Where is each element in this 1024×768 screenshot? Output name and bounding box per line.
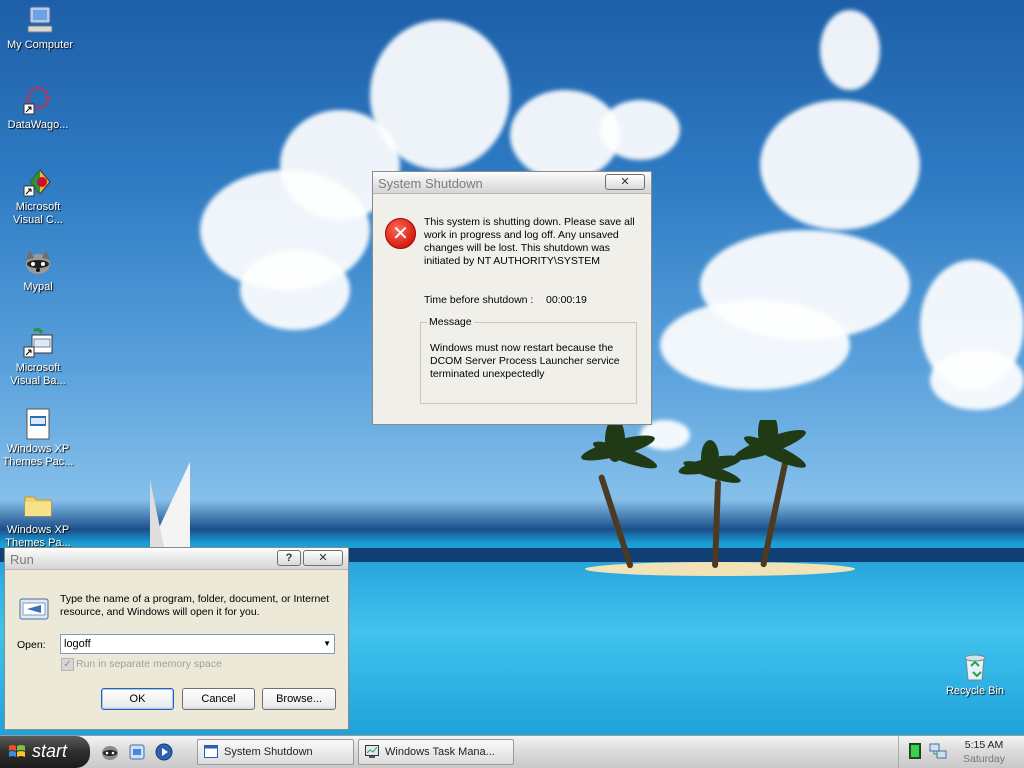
island (585, 562, 855, 576)
shutdown-titlebar[interactable]: System Shutdown ✕ (373, 172, 651, 194)
shutdown-message: This system is shutting down. Please sav… (424, 216, 635, 267)
cloud (240, 250, 350, 330)
run-titlebar[interactable]: Run ? ✕ (5, 548, 348, 570)
ok-button[interactable]: OK (101, 688, 174, 710)
start-button[interactable]: start (0, 736, 90, 768)
close-icon: ✕ (620, 176, 630, 188)
cloud (660, 300, 850, 390)
shutdown-title: System Shutdown (378, 176, 483, 191)
separate-memory-label: Run in separate memory space (76, 658, 222, 670)
taskbar: start System Shutdown Windows Task Mana.… (0, 735, 1024, 768)
media-player-icon[interactable] (154, 742, 174, 762)
raccoon-browser-icon[interactable] (100, 742, 120, 762)
message-group: Message Windows must now restart because… (420, 316, 637, 404)
time-before-shutdown-label: Time before shutdown : (424, 294, 534, 306)
desktop-icon-visual-c[interactable]: Microsoft Visual C... (0, 166, 76, 227)
chevron-down-icon[interactable]: ▼ (323, 639, 331, 648)
cloud (820, 10, 880, 90)
windows-logo-icon (9, 745, 25, 757)
run-description: Type the name of a program, folder, docu… (60, 593, 330, 618)
run-dialog: Run ? ✕ Type the name of a program, fold… (4, 547, 349, 730)
clock-day: Saturday (962, 753, 1006, 765)
visual-basic-shortcut-icon (23, 327, 53, 358)
run-title: Run (10, 552, 34, 567)
desktop-icon-label: Microsoft Visual Ba... (10, 362, 66, 387)
separate-memory-checkbox[interactable]: ✓ (61, 658, 74, 671)
close-button[interactable]: ✕ (605, 174, 645, 190)
mypal-browser-icon (26, 250, 50, 274)
taskbar-item-label: System Shutdown (224, 746, 313, 758)
cloud (600, 100, 680, 160)
open-input[interactable] (61, 635, 311, 653)
desktop-icon-label: Windows XP Themes Pa... (5, 524, 71, 549)
system-shutdown-dialog: System Shutdown ✕ ✕ This system is shutt… (372, 171, 652, 425)
desktop-icon-my-computer[interactable]: My Computer (2, 4, 78, 52)
run-icon (19, 598, 49, 620)
message-group-label: Message (429, 316, 472, 328)
palm-fronds (581, 420, 806, 483)
open-combobox[interactable]: ▼ (60, 634, 335, 654)
window-icon (204, 745, 218, 758)
visual-c-shortcut-icon (23, 169, 51, 197)
close-button[interactable]: ✕ (303, 550, 343, 566)
desktop-icon-themes-pack[interactable]: Windows XP Themes Pac... (0, 408, 76, 469)
cloud (930, 350, 1024, 410)
desktop-icon-label: My Computer (6, 39, 74, 51)
task-manager-icon (365, 745, 379, 758)
help-button[interactable]: ? (277, 550, 301, 566)
desktop-icon-label: DataWago... (7, 119, 69, 131)
error-icon: ✕ (385, 218, 416, 249)
themes-pack-icon (26, 408, 50, 440)
datawagon-shortcut-icon (23, 86, 50, 115)
desktop-icon-mypal[interactable]: Mypal (0, 246, 76, 294)
cloud (370, 20, 510, 170)
system-tray: 5:15 AM Saturday (898, 736, 1024, 768)
sailboat-sail (150, 480, 164, 547)
clock-time: 5:15 AM (964, 739, 1004, 751)
desktop-icon-label: Microsoft Visual C... (13, 201, 63, 226)
cloud (760, 100, 920, 230)
desktop-icon-themes-folder[interactable]: Windows XP Themes Pa... (0, 489, 76, 549)
start-label: start (32, 741, 68, 761)
taskbar-item-label: Windows Task Mana... (385, 746, 495, 758)
my-computer-icon (27, 6, 53, 33)
close-icon: ✕ (318, 552, 328, 564)
taskbar-item-task-manager[interactable]: Windows Task Mana... (358, 739, 514, 765)
desktop-icon-recycle-bin[interactable]: Recycle Bin (937, 650, 1013, 698)
taskbar-item-system-shutdown[interactable]: System Shutdown (197, 739, 354, 765)
clock[interactable]: 5:15 AM Saturday (954, 738, 1014, 766)
windows-explorer-icon[interactable] (127, 742, 147, 762)
desktop-icon-label: Mypal (23, 281, 53, 293)
help-icon: ? (285, 552, 293, 564)
browse-button[interactable]: Browse... (262, 688, 336, 710)
cancel-button[interactable]: Cancel (182, 688, 255, 710)
network-icon[interactable] (929, 742, 947, 760)
memory-meter-icon[interactable] (909, 743, 921, 759)
desktop-icon-label: Recycle Bin (945, 685, 1005, 697)
message-group-text: Windows must now restart because the DCO… (430, 342, 620, 380)
desktop-icon-datawagon[interactable]: DataWago... (0, 84, 76, 132)
desktop-icon-label: Windows XP Themes Pac... (2, 443, 74, 468)
desktop-icon-visual-basic[interactable]: Microsoft Visual Ba... (0, 327, 76, 388)
folder-icon (24, 496, 52, 517)
time-before-shutdown-value: 00:00:19 (546, 294, 587, 306)
open-label: Open: (17, 639, 46, 651)
recycle-bin-icon (964, 654, 986, 681)
